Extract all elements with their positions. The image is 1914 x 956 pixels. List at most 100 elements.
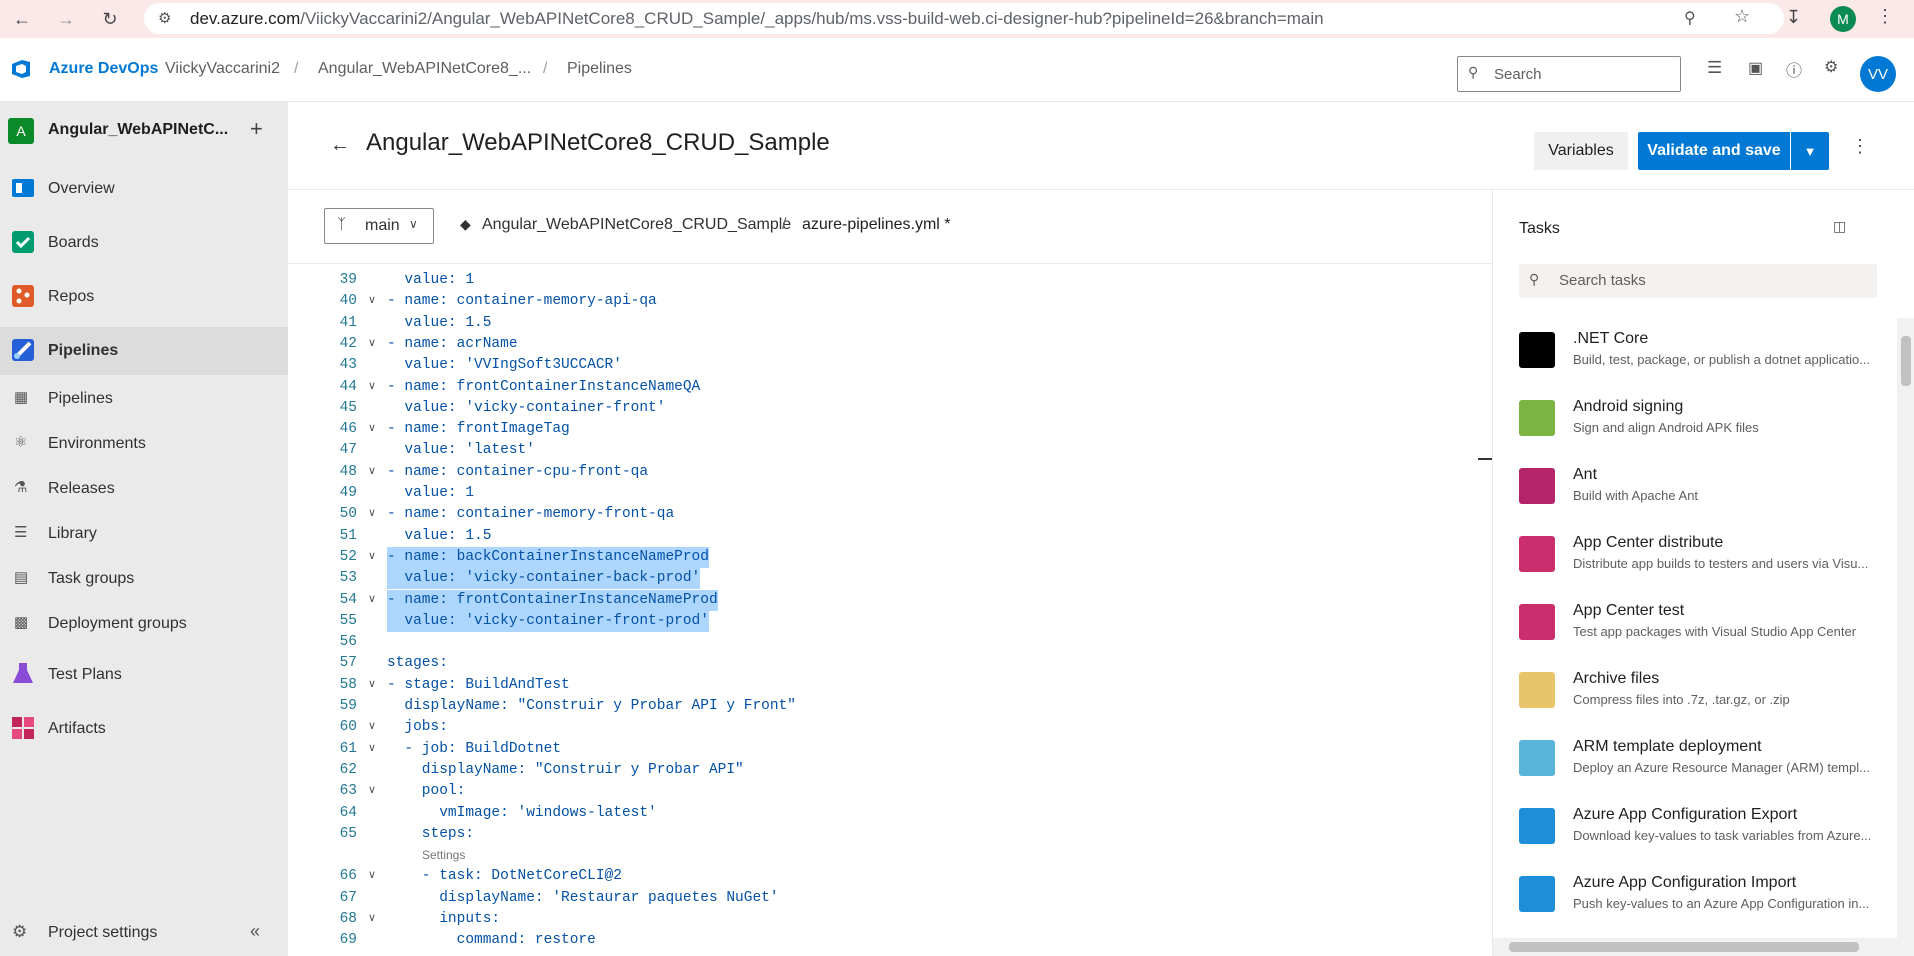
- code-line[interactable]: 63 ∨ pool:: [288, 781, 1492, 802]
- code-line[interactable]: 54 ∨ - name: frontContainerInstanceNamePro…: [288, 589, 1492, 611]
- profile-avatar[interactable]: M: [1830, 6, 1856, 32]
- code-line[interactable]: 43 value: 'VVIngSoft3UCCACR': [288, 355, 1492, 376]
- fold-chevron-icon[interactable]: ∨: [368, 419, 376, 440]
- nav-boards[interactable]: Boards: [0, 219, 288, 267]
- back-arrow-icon[interactable]: ←: [330, 134, 350, 157]
- breadcrumb-org[interactable]: ViickyVaccarini2: [165, 60, 280, 78]
- code-line[interactable]: 66 ∨ - task: DotNetCoreCLI@2: [288, 866, 1492, 887]
- code-line[interactable]: 56: [288, 632, 1492, 653]
- code-line[interactable]: 46 ∨ - name: frontImageTag: [288, 419, 1492, 440]
- settings-code-lens[interactable]: Settings: [422, 848, 465, 862]
- fold-chevron-icon[interactable]: ∨: [368, 866, 376, 887]
- search-input[interactable]: Search: [1494, 66, 1542, 83]
- code-line[interactable]: 52 ∨ - name: backContainerInstanceNameProd: [288, 546, 1492, 569]
- fold-chevron-icon[interactable]: ∨: [368, 377, 376, 398]
- code-line[interactable]: 49 value: 1: [288, 483, 1492, 504]
- task-item[interactable]: Ant Build with Apache Ant: [1519, 460, 1889, 528]
- nav-project-settings[interactable]: ⚙ Project settings «: [0, 910, 288, 956]
- task-item[interactable]: Azure App Configuration Import Push key-v…: [1519, 868, 1889, 936]
- code-line[interactable]: 39 value: 1: [288, 270, 1492, 291]
- code-line[interactable]: 60 ∨ jobs:: [288, 717, 1492, 738]
- collapse-panel-icon[interactable]: ◫: [1833, 218, 1846, 235]
- code-line[interactable]: 55 value: 'vicky-container-front-prod': [288, 610, 1492, 633]
- code-line[interactable]: 45 value: 'vicky-container-front': [288, 398, 1492, 419]
- marketplace-icon[interactable]: ▣: [1748, 58, 1763, 78]
- fold-chevron-icon[interactable]: ∨: [368, 675, 376, 696]
- code-line[interactable]: 67 displayName: 'Restaurar paquetes NuGe…: [288, 888, 1492, 909]
- address-bar[interactable]: ⚙ dev.azure.com/ViickyVaccarini2/Angular…: [144, 3, 1784, 34]
- work-items-icon[interactable]: ☰: [1707, 58, 1722, 78]
- code-line[interactable]: 61 ∨ - job: BuildDotnet: [288, 739, 1492, 760]
- nav-artifacts[interactable]: Artifacts: [0, 705, 288, 753]
- code-line[interactable]: 50 ∨ - name: container-memory-front-qa: [288, 504, 1492, 525]
- code-line[interactable]: 42 ∨ - name: acrName: [288, 334, 1492, 355]
- tasks-horizontal-scrollbar[interactable]: [1493, 938, 1897, 956]
- site-info-icon[interactable]: ⚙: [158, 9, 171, 27]
- download-icon[interactable]: ↧: [1786, 7, 1801, 28]
- collapse-sidebar-icon[interactable]: «: [250, 921, 260, 942]
- code-line[interactable]: 62 displayName: "Construir y Probar API": [288, 760, 1492, 781]
- code-line[interactable]: 59 displayName: "Construir y Probar API …: [288, 696, 1492, 717]
- code-line[interactable]: 51 value: 1.5: [288, 526, 1492, 547]
- back-icon[interactable]: ←: [8, 5, 36, 33]
- fold-chevron-icon[interactable]: ∨: [368, 547, 376, 568]
- fold-chevron-icon[interactable]: ∨: [368, 291, 376, 312]
- code-line[interactable]: 53 value: 'vicky-container-back-prod': [288, 568, 1492, 590]
- fold-chevron-icon[interactable]: ∨: [368, 909, 376, 930]
- fold-chevron-icon[interactable]: ∨: [368, 462, 376, 483]
- search-box[interactable]: ⚲ Search: [1457, 56, 1681, 92]
- help-icon[interactable]: ⓘ: [1786, 57, 1802, 81]
- variables-button[interactable]: Variables: [1534, 132, 1628, 170]
- code-line[interactable]: 48 ∨ - name: container-cpu-front-qa: [288, 462, 1492, 483]
- save-options-dropdown[interactable]: ▼: [1791, 132, 1829, 170]
- code-line[interactable]: 40 ∨ - name: container-memory-api-qa: [288, 291, 1492, 312]
- nav-sub-environments[interactable]: ⚛ Environments: [0, 422, 288, 466]
- task-item[interactable]: .NET Core Build, test, package, or publis…: [1519, 324, 1889, 392]
- code-line[interactable]: 44 ∨ - name: frontContainerInstanceNameQA: [288, 377, 1492, 398]
- hscrollbar-thumb[interactable]: [1509, 942, 1859, 952]
- forward-icon[interactable]: →: [52, 5, 80, 33]
- code-line[interactable]: 57 stages:: [288, 653, 1492, 674]
- nav-sub-pipelines[interactable]: ▦ Pipelines: [0, 377, 288, 421]
- breadcrumb-project[interactable]: Angular_WebAPINetCore8_...: [318, 60, 531, 78]
- code-line[interactable]: 41 value: 1.5: [288, 313, 1492, 334]
- nav-sub-library[interactable]: ☰ Library: [0, 512, 288, 556]
- nav-test-plans[interactable]: Test Plans: [0, 651, 288, 699]
- fold-chevron-icon[interactable]: ∨: [368, 334, 376, 355]
- user-settings-icon[interactable]: ⚙: [1824, 57, 1838, 77]
- fold-chevron-icon[interactable]: ∨: [368, 590, 376, 611]
- code-line[interactable]: 69 command: restore: [288, 930, 1492, 951]
- search-tasks-box[interactable]: ⚲ Search tasks: [1519, 264, 1877, 298]
- nav-sub-deployment-groups[interactable]: ▩ Deployment groups: [0, 602, 288, 646]
- brand-link[interactable]: Azure DevOps: [49, 60, 158, 78]
- fold-chevron-icon[interactable]: ∨: [368, 739, 376, 760]
- search-tasks-input[interactable]: Search tasks: [1559, 272, 1646, 289]
- more-actions-icon[interactable]: ⋮: [1851, 136, 1869, 157]
- task-item[interactable]: App Center distribute Distribute app buil…: [1519, 528, 1889, 596]
- repo-name[interactable]: Angular_WebAPINetCore8_CRUD_Sample: [482, 216, 791, 234]
- task-item[interactable]: ARM template deployment Deploy an Azure R…: [1519, 732, 1889, 800]
- task-item[interactable]: Android signing Sign and align Android AP…: [1519, 392, 1889, 460]
- nav-sub-task-groups[interactable]: ▤ Task groups: [0, 557, 288, 601]
- task-item[interactable]: App Center test Test app packages with Vi…: [1519, 596, 1889, 664]
- browser-menu-icon[interactable]: ⋮: [1876, 6, 1894, 27]
- validate-and-save-button[interactable]: Validate and save: [1638, 132, 1790, 170]
- code-line[interactable]: 65 steps:: [288, 824, 1492, 845]
- code-line[interactable]: 47 value: 'latest': [288, 440, 1492, 461]
- fold-chevron-icon[interactable]: ∨: [368, 781, 376, 802]
- task-item[interactable]: Azure App Configuration Export Download k…: [1519, 800, 1889, 868]
- nav-repos[interactable]: Repos: [0, 273, 288, 321]
- reload-icon[interactable]: ↻: [96, 5, 124, 33]
- branch-selector[interactable]: ᛉ main ∨: [324, 208, 434, 244]
- zoom-icon[interactable]: ⚲: [1684, 8, 1696, 28]
- project-name[interactable]: Angular_WebAPINetC...: [48, 121, 228, 139]
- bookmark-star-icon[interactable]: ☆: [1734, 6, 1750, 27]
- nav-sub-releases[interactable]: ⚗ Releases: [0, 467, 288, 511]
- azure-devops-logo-icon[interactable]: [10, 58, 32, 80]
- task-item[interactable]: Archive files Compress files into .7z, .t…: [1519, 664, 1889, 732]
- code-line[interactable]: 58 ∨ - stage: BuildAndTest: [288, 675, 1492, 696]
- breadcrumb-section[interactable]: Pipelines: [567, 60, 632, 78]
- nav-overview[interactable]: Overview: [0, 165, 288, 213]
- user-avatar[interactable]: VV: [1860, 56, 1896, 92]
- scrollbar-thumb[interactable]: [1901, 336, 1911, 386]
